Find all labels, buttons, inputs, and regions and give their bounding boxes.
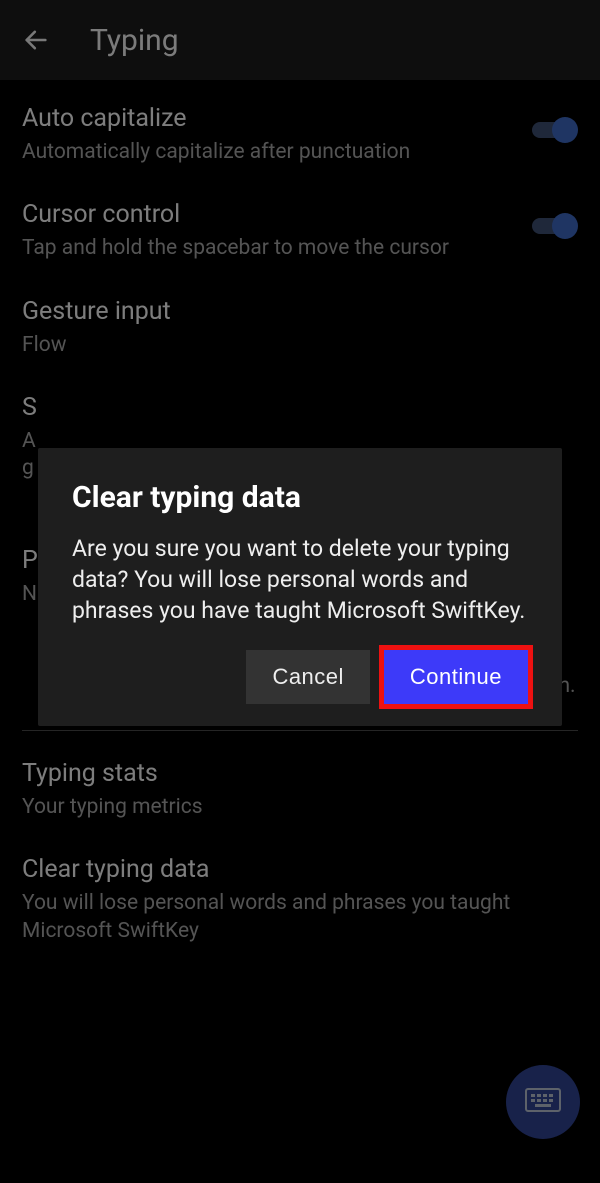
- toggle-cursor-control[interactable]: [526, 212, 578, 240]
- setting-subtitle: Flow: [22, 332, 578, 359]
- setting-auto-capitalize[interactable]: Auto capitalize Automatically capitalize…: [22, 80, 578, 176]
- dialog-message: Are you sure you want to delete your typ…: [72, 533, 528, 626]
- setting-cursor-control[interactable]: Cursor control Tap and hold the spacebar…: [22, 176, 578, 272]
- setting-gesture-input[interactable]: Gesture input Flow: [22, 273, 578, 369]
- setting-title: Cursor control: [22, 200, 578, 229]
- continue-button[interactable]: Continue: [384, 650, 528, 704]
- setting-clear-typing-data[interactable]: Clear typing data You will lose personal…: [22, 831, 578, 955]
- setting-subtitle: Automatically capitalize after punctuati…: [22, 139, 578, 166]
- page-title: Typing: [90, 23, 179, 58]
- setting-title: Gesture input: [22, 297, 578, 326]
- app-header: Typing: [0, 0, 600, 80]
- dialog-actions: Cancel Continue: [72, 650, 528, 704]
- setting-subtitle: Tap and hold the spacebar to move the cu…: [22, 235, 578, 262]
- setting-title: Typing stats: [22, 759, 578, 788]
- setting-subtitle: Your typing metrics: [22, 794, 578, 821]
- section-divider: [22, 730, 578, 731]
- setting-title: Auto capitalize: [22, 104, 578, 133]
- keyboard-icon: [525, 1086, 561, 1118]
- toggle-auto-capitalize[interactable]: [526, 116, 578, 144]
- keyboard-fab[interactable]: [506, 1065, 580, 1139]
- setting-typing-stats[interactable]: Typing stats Your typing metrics: [22, 735, 578, 831]
- cancel-button[interactable]: Cancel: [246, 650, 369, 704]
- clear-typing-data-dialog: Clear typing data Are you sure you want …: [38, 448, 562, 726]
- typing-settings-screen: Typing Auto capitalize Automatically cap…: [0, 0, 600, 1183]
- back-arrow-icon[interactable]: [22, 26, 50, 54]
- dialog-title: Clear typing data: [72, 480, 528, 515]
- setting-subtitle: You will lose personal words and phrases…: [22, 890, 578, 945]
- setting-title: Clear typing data: [22, 855, 578, 884]
- setting-title: S: [22, 393, 578, 422]
